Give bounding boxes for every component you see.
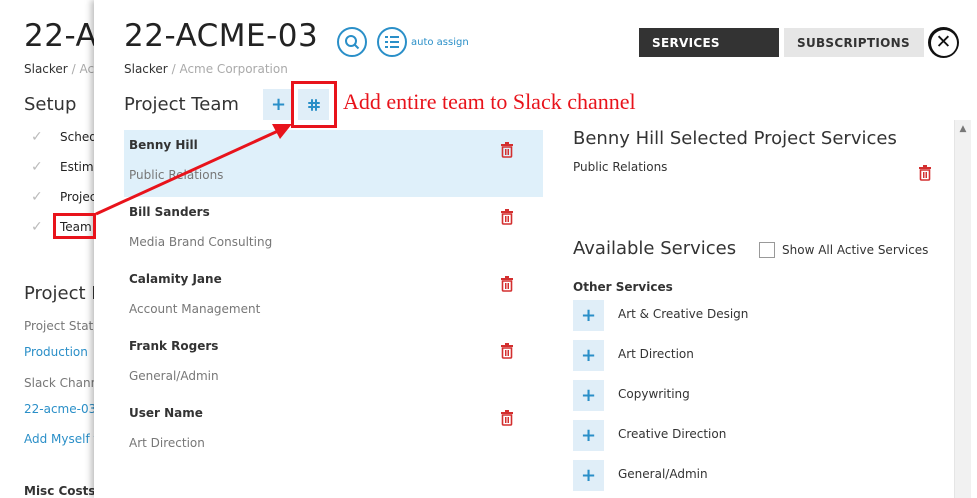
trash-icon[interactable] <box>500 343 514 359</box>
tab-services[interactable]: SERVICES <box>639 28 779 57</box>
breadcrumb-separator: / <box>71 62 76 76</box>
setup-step-project[interactable]: ✓ Projec <box>31 189 96 205</box>
member-name: User Name <box>129 406 203 420</box>
breadcrumb-org[interactable]: Slacker <box>24 62 68 76</box>
available-services-heading: Available Services <box>573 238 737 259</box>
member-name: Bill Sanders <box>129 205 210 219</box>
available-service-row: + Art & Creative Design <box>573 300 873 331</box>
slack-icon <box>307 98 320 111</box>
breadcrumb: Slacker / Acr <box>24 62 99 76</box>
scrollbar[interactable]: ▲ <box>954 120 971 498</box>
project-info-heading: Project I <box>24 283 97 304</box>
member-role: Account Management <box>129 302 261 316</box>
add-service-button[interactable]: + <box>573 460 604 491</box>
breadcrumb-separator: / <box>171 62 176 76</box>
member-name: Benny Hill <box>129 138 198 152</box>
member-name: Calamity Jane <box>129 272 222 286</box>
other-services-heading: Other Services <box>573 280 673 294</box>
misc-costs-heading: Misc Costs <box>24 484 96 498</box>
close-icon: ✕ <box>930 29 957 56</box>
add-service-button[interactable]: + <box>573 420 604 451</box>
close-button[interactable]: ✕ <box>928 27 959 58</box>
list-icon <box>385 36 399 48</box>
add-myself-link[interactable]: Add Myself t <box>24 432 98 446</box>
available-service-row: + General/Admin <box>573 460 873 491</box>
search-member-button[interactable] <box>337 27 367 57</box>
team-member-row[interactable]: Benny Hill Public Relations <box>124 130 543 197</box>
tab-subscriptions[interactable]: SUBSCRIPTIONS <box>784 28 924 57</box>
project-status-value[interactable]: Production <box>24 345 88 359</box>
panel-breadcrumb: Slacker / Acme Corporation <box>124 62 288 76</box>
search-icon <box>345 35 360 50</box>
setup-heading: Setup <box>24 94 77 115</box>
add-service-button[interactable]: + <box>573 380 604 411</box>
project-team-heading: Project Team <box>124 94 239 115</box>
checkmark-icon: ✓ <box>31 219 43 235</box>
available-service-row: + Creative Direction <box>573 420 873 451</box>
checkmark-icon: ✓ <box>31 189 43 205</box>
member-name: Frank Rogers <box>129 339 219 353</box>
add-member-button[interactable]: + <box>263 89 294 120</box>
show-all-services-label[interactable]: Show All Active Services <box>782 243 928 257</box>
checkmark-icon: ✓ <box>31 159 43 175</box>
page-title: 22-A <box>24 18 98 54</box>
available-service-row: + Art Direction <box>573 340 873 371</box>
plus-icon: + <box>580 345 597 366</box>
trash-icon[interactable] <box>500 410 514 426</box>
annotation-text: Add entire team to Slack channel <box>343 89 636 114</box>
trash-icon[interactable] <box>500 276 514 292</box>
show-all-services-checkbox[interactable] <box>759 242 775 258</box>
add-team-to-slack-button[interactable] <box>298 89 329 120</box>
setup-step-label: Projec <box>60 190 97 204</box>
available-service-row: + Copywriting <box>573 380 873 411</box>
plus-icon: + <box>270 94 287 115</box>
team-member-row[interactable]: Frank Rogers General/Admin <box>124 331 543 398</box>
breadcrumb-org[interactable]: Slacker <box>124 62 168 76</box>
service-label: General/Admin <box>618 467 708 481</box>
team-member-list: Benny Hill Public Relations Bill Sanders… <box>124 130 543 465</box>
team-member-row[interactable]: User Name Art Direction <box>124 398 543 465</box>
add-service-button[interactable]: + <box>573 300 604 331</box>
auto-assign-button[interactable] <box>377 27 407 57</box>
member-role: General/Admin <box>129 369 219 383</box>
plus-icon: + <box>580 425 597 446</box>
setup-step-label: Sched <box>60 130 97 144</box>
plus-icon: + <box>580 305 597 326</box>
plus-icon: + <box>580 465 597 486</box>
auto-assign-link[interactable]: auto assign <box>411 37 469 48</box>
setup-step-label: Team <box>60 220 92 234</box>
trash-icon[interactable] <box>500 209 514 225</box>
project-team-panel: 22-ACME-03 Slacker / Acme Corporation au… <box>94 0 977 498</box>
service-label: Creative Direction <box>618 427 727 441</box>
setup-step-schedule[interactable]: ✓ Sched <box>31 129 97 145</box>
member-role: Media Brand Consulting <box>129 235 273 249</box>
member-role: Art Direction <box>129 436 205 450</box>
setup-step-team[interactable]: ✓ Team <box>31 219 92 235</box>
service-label: Copywriting <box>618 387 690 401</box>
service-label: Art & Creative Design <box>618 307 749 321</box>
scroll-up-arrow-icon[interactable]: ▲ <box>955 120 971 137</box>
team-member-row[interactable]: Calamity Jane Account Management <box>124 264 543 331</box>
checkmark-icon: ✓ <box>31 129 43 145</box>
panel-title: 22-ACME-03 <box>124 18 319 54</box>
service-label: Art Direction <box>618 347 694 361</box>
trash-icon[interactable] <box>500 142 514 158</box>
add-service-button[interactable]: + <box>573 340 604 371</box>
team-member-row[interactable]: Bill Sanders Media Brand Consulting <box>124 197 543 264</box>
trash-icon[interactable] <box>918 165 932 181</box>
slack-channel-link[interactable]: 22-acme-03 <box>24 402 96 416</box>
member-role: Public Relations <box>129 168 224 182</box>
breadcrumb-client[interactable]: Acme Corporation <box>179 62 287 76</box>
selected-services-heading: Benny Hill Selected Project Services <box>573 128 897 149</box>
selected-service-item: Public Relations <box>573 160 668 174</box>
plus-icon: + <box>580 385 597 406</box>
setup-step-estimate[interactable]: ✓ Estima <box>31 159 101 175</box>
